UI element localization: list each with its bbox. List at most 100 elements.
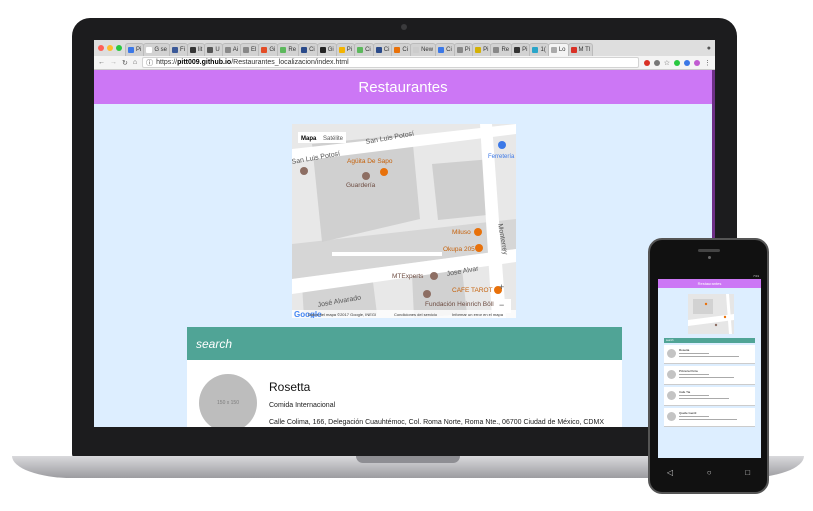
mobile-restaurant-name: Quelle Gentil bbox=[679, 411, 697, 415]
tab-favicon-icon bbox=[190, 47, 197, 53]
tab-label: New bbox=[421, 47, 434, 53]
extension-icon[interactable] bbox=[674, 59, 680, 66]
bookmark-star-icon[interactable]: ☆ bbox=[664, 59, 670, 67]
google-map[interactable]: Mapa Satélite San Luis Potosí San Luis P… bbox=[292, 124, 516, 318]
minimize-window-button[interactable] bbox=[107, 45, 113, 51]
browser-tab[interactable]: G se bbox=[143, 43, 171, 56]
mobile-restaurant-card[interactable]: Quelle Gentil bbox=[664, 408, 755, 427]
browser-tab[interactable]: U bbox=[204, 43, 223, 56]
map-type-satellite[interactable]: Satélite bbox=[323, 136, 344, 142]
tab-favicon-icon bbox=[261, 47, 268, 53]
search-input[interactable]: search bbox=[187, 327, 622, 360]
close-window-button[interactable] bbox=[98, 45, 104, 51]
mobile-restaurant-image bbox=[667, 349, 676, 358]
browser-tab[interactable]: Fi bbox=[169, 43, 189, 56]
browser-tab[interactable]: Ci bbox=[435, 43, 455, 56]
map-type-map[interactable]: Mapa bbox=[301, 136, 317, 142]
device-mockup: Pi G se Fi lit U Ai El Gi Re Ci Gi Pi Ci Ci Ci New Ci Pi P… bbox=[0, 0, 813, 511]
home-icon[interactable]: ⌂ bbox=[133, 59, 137, 66]
laptop-notch bbox=[356, 456, 460, 463]
browser-tabs: Pi G se Fi lit U Ai El Gi Re Ci Gi Pi Ci Ci Ci New Ci Pi P… bbox=[125, 40, 594, 56]
browser-tab[interactable]: Ci bbox=[298, 43, 318, 56]
window-controls bbox=[94, 45, 126, 51]
browser-tab[interactable]: Lo bbox=[547, 43, 569, 56]
browser-tab[interactable]: El bbox=[240, 43, 260, 56]
zoom-out-button[interactable]: − bbox=[499, 300, 504, 310]
home-nav-icon[interactable]: ○ bbox=[707, 468, 712, 477]
tab-favicon-icon bbox=[243, 47, 250, 53]
extension-icon[interactable] bbox=[643, 59, 650, 66]
place-marker-icon[interactable] bbox=[362, 172, 370, 180]
browser-tab[interactable]: Ci bbox=[354, 43, 374, 56]
browser-tab[interactable]: 1( bbox=[529, 43, 549, 56]
maximize-window-button[interactable] bbox=[116, 45, 122, 51]
back-icon[interactable]: ← bbox=[98, 59, 105, 66]
browser-tab[interactable]: New bbox=[410, 43, 437, 56]
browser-tab[interactable]: Pi bbox=[125, 43, 145, 56]
restaurant-card[interactable]: 150 x 150 Rosetta Comida Internacional C… bbox=[187, 360, 622, 427]
browser-tab[interactable]: M Tl bbox=[567, 43, 594, 56]
map-report-link[interactable]: Informar un error en el mapa bbox=[452, 312, 504, 317]
browser-tab[interactable]: lit bbox=[187, 43, 206, 56]
mobile-restaurant-name: Cafe Tia bbox=[679, 390, 691, 394]
laptop: Pi G se Fi lit U Ai El Gi Re Ci Gi Pi Ci Ci Ci New Ci Pi P… bbox=[72, 18, 737, 458]
extension-icon[interactable] bbox=[653, 59, 660, 66]
tab-favicon-icon bbox=[413, 47, 420, 53]
browser-tab[interactable]: Re bbox=[277, 43, 300, 56]
browser-tab[interactable]: Re bbox=[490, 43, 513, 56]
extension-icon[interactable] bbox=[694, 59, 700, 66]
reload-icon[interactable]: ↻ bbox=[122, 59, 128, 67]
tab-favicon-icon bbox=[301, 47, 308, 53]
restaurant-address: Calle Colima, 166, Delegación Cuauhtémoc… bbox=[269, 419, 604, 426]
back-nav-icon[interactable]: ◁ bbox=[667, 468, 673, 477]
browser-tab[interactable]: Ci bbox=[372, 43, 393, 56]
forward-icon[interactable]: → bbox=[110, 59, 117, 66]
restaurant-marker-icon[interactable] bbox=[380, 168, 388, 176]
shop-marker-icon[interactable] bbox=[498, 141, 506, 149]
mobile-search-input[interactable]: search bbox=[664, 338, 755, 343]
map-canvas[interactable]: Mapa Satélite San Luis Potosí San Luis P… bbox=[292, 124, 516, 318]
place-label: CAFE TAROT bbox=[452, 287, 493, 294]
mobile-map[interactable] bbox=[688, 294, 734, 334]
map-terms-link[interactable]: Condiciones del servicio bbox=[394, 312, 438, 317]
browser-tab[interactable]: Pi bbox=[472, 43, 492, 56]
place-marker-icon[interactable] bbox=[430, 272, 438, 280]
place-label: Fundación Heinrich Böll bbox=[425, 301, 494, 308]
restaurant-image: 150 x 150 bbox=[199, 374, 257, 427]
menu-icon[interactable]: ⋮ bbox=[704, 59, 711, 67]
browser-tab[interactable]: Pi bbox=[335, 43, 356, 56]
browser-tab[interactable]: Gi bbox=[316, 43, 337, 56]
place-label: Okupa 205 bbox=[443, 246, 475, 253]
phone-status-time: 7:01 bbox=[753, 274, 759, 278]
phone-camera bbox=[708, 256, 711, 259]
tab-favicon-icon bbox=[475, 47, 482, 53]
place-marker-icon[interactable] bbox=[300, 167, 308, 175]
info-icon[interactable]: ⓘ bbox=[146, 58, 153, 67]
restaurant-marker-icon[interactable] bbox=[474, 228, 482, 236]
restaurant-marker-icon[interactable] bbox=[475, 244, 483, 252]
place-marker-icon[interactable] bbox=[423, 290, 431, 298]
profile-icon[interactable]: ● bbox=[707, 45, 711, 52]
mobile-restaurant-card[interactable]: Pizzeria Porta bbox=[664, 366, 755, 385]
browser-tab[interactable]: Pi bbox=[453, 43, 474, 56]
tab-favicon-icon bbox=[128, 47, 134, 53]
mobile-restaurant-card[interactable]: Cafe Tia bbox=[664, 387, 755, 406]
phone-screen: 7:01 Restaurantes search Rosetta Pizzeri… bbox=[658, 274, 761, 458]
tab-favicon-icon bbox=[224, 47, 231, 53]
zoom-in-button[interactable]: + bbox=[499, 282, 504, 292]
tab-label: Ci bbox=[383, 47, 390, 53]
mobile-restaurant-card[interactable]: Rosetta bbox=[664, 345, 755, 364]
mobile-search-placeholder: search bbox=[666, 339, 674, 342]
recents-nav-icon[interactable]: □ bbox=[745, 468, 750, 477]
tab-label: U bbox=[215, 47, 220, 53]
restaurant-name: Rosetta bbox=[269, 380, 311, 394]
tab-label: Ci bbox=[309, 47, 315, 53]
browser-tab[interactable]: Gi bbox=[258, 43, 279, 56]
browser-tab[interactable]: Ai bbox=[221, 43, 242, 56]
page-title: Restaurantes bbox=[358, 78, 448, 96]
browser-tab[interactable]: Pi bbox=[511, 43, 531, 56]
address-bar[interactable]: ⓘ https:// pitt009.github.io /Restaurant… bbox=[142, 57, 639, 68]
browser-tab[interactable]: Ci bbox=[391, 43, 412, 56]
mobile-page-header: Restaurantes bbox=[658, 279, 761, 288]
extension-icon[interactable] bbox=[684, 59, 690, 66]
